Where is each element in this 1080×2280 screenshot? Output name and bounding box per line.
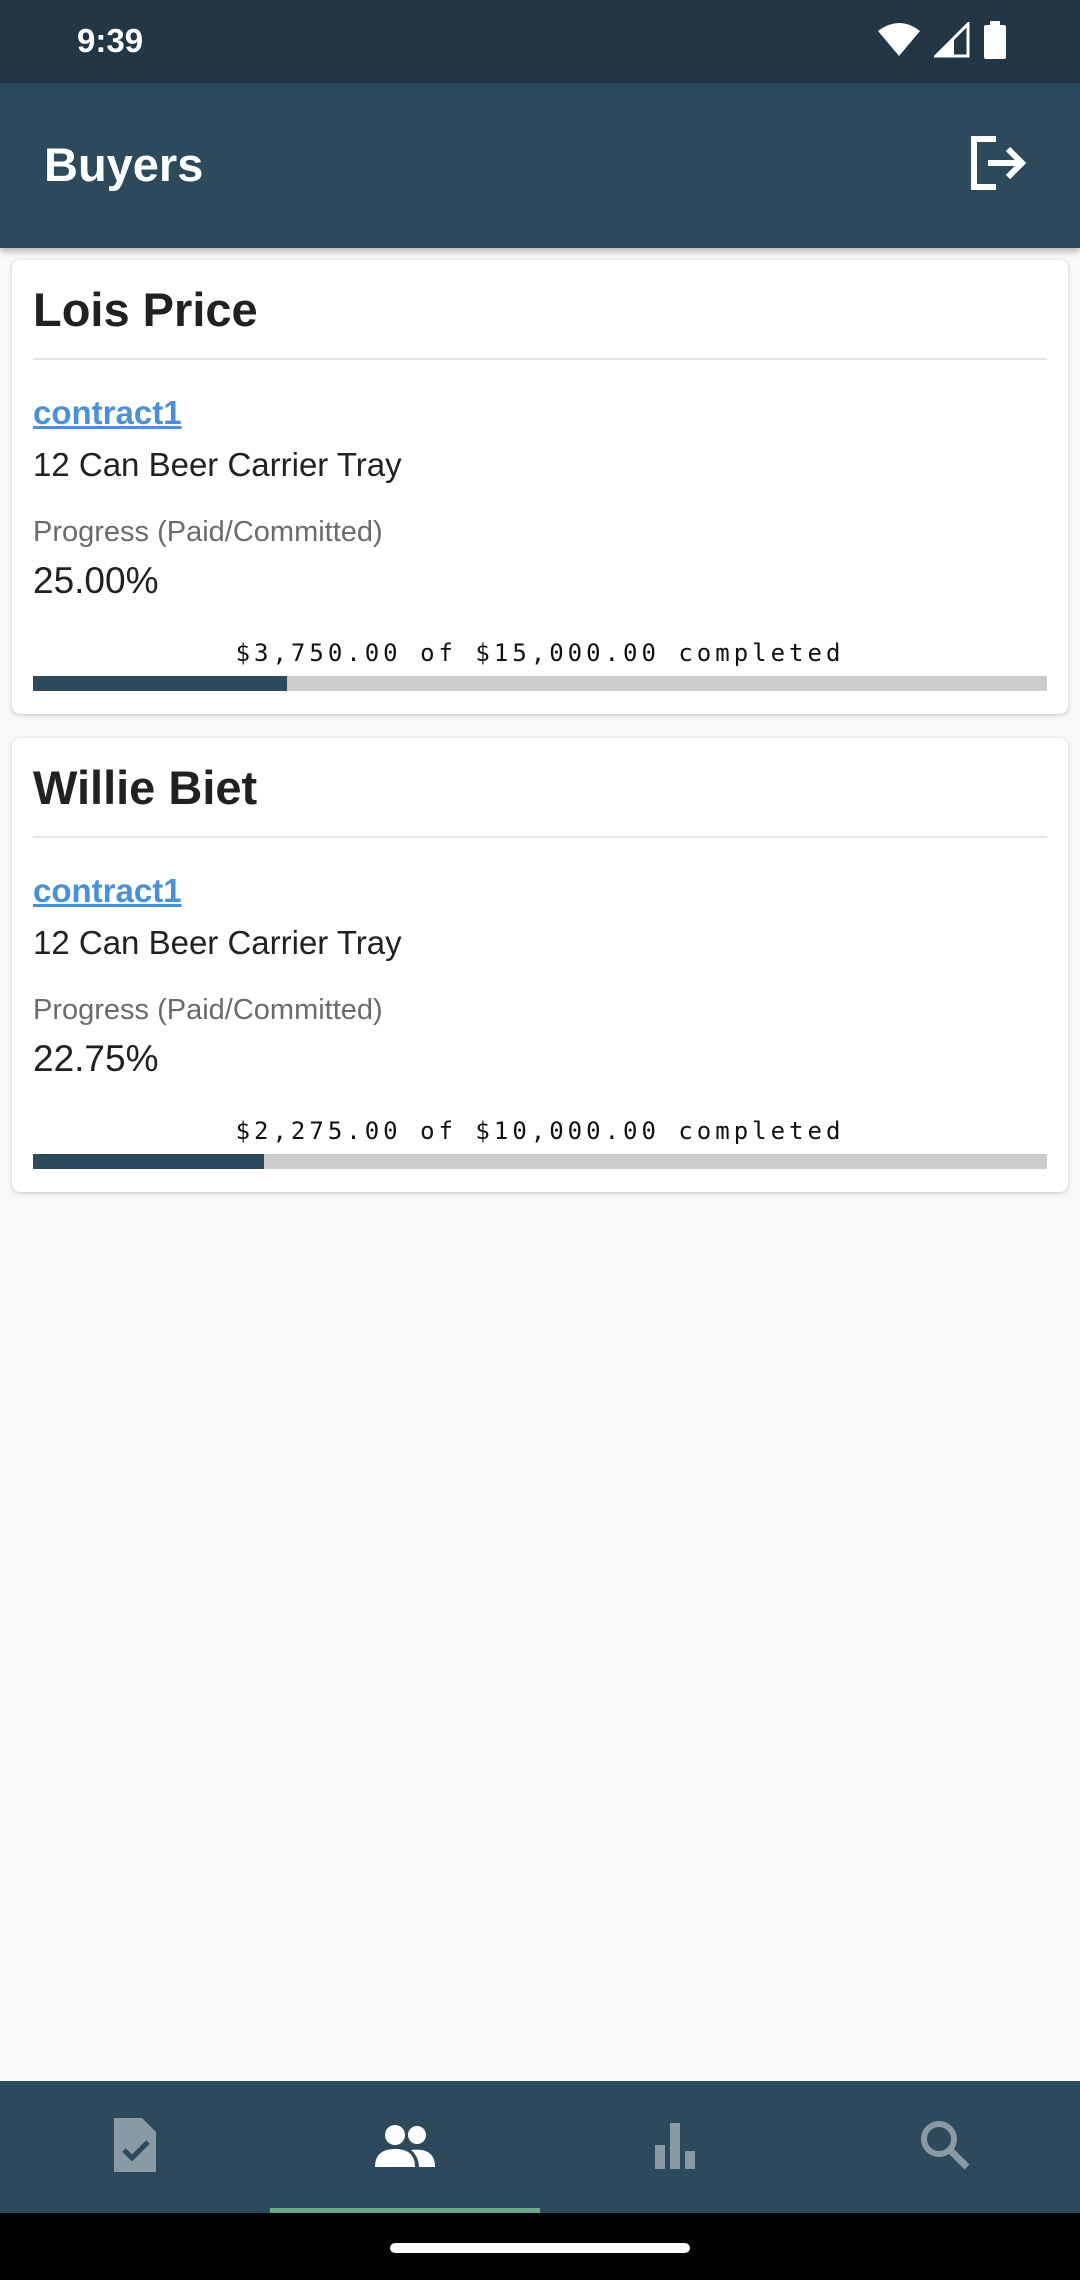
progress-label: Progress (Paid/Committed)	[33, 516, 383, 548]
buyer-name: Willie Biet	[33, 761, 258, 814]
system-gesture-bar	[0, 2213, 1080, 2280]
product-name: 12 Can Beer Carrier Tray	[33, 446, 402, 483]
progress-value: 25.00%	[33, 560, 159, 601]
battery-icon	[984, 20, 1006, 64]
buyer-name: Lois Price	[33, 283, 258, 336]
nav-item-search[interactable]	[810, 2081, 1080, 2213]
progress-label: Progress (Paid/Committed)	[33, 994, 383, 1026]
nav-item-contracts[interactable]	[0, 2081, 270, 2213]
progress-bar	[33, 1154, 1047, 1169]
contract-link[interactable]: contract1	[33, 392, 182, 434]
app-bar: Buyers	[0, 83, 1080, 248]
buyer-card: Lois Price contract1 12 Can Beer Carrier…	[12, 260, 1068, 714]
search-icon	[919, 2119, 971, 2176]
progress-value: 22.75%	[33, 1038, 159, 1079]
divider	[33, 358, 1047, 360]
page-title: Buyers	[44, 138, 204, 191]
status-bar: 9:39	[0, 0, 1080, 83]
bottom-navigation	[0, 2081, 1080, 2213]
progress-caption: $3,750.00 of $15,000.00 completed	[235, 639, 845, 667]
cellular-signal-icon	[932, 19, 970, 63]
home-gesture-handle[interactable]	[390, 2243, 690, 2253]
logout-button[interactable]	[960, 127, 1036, 203]
nav-item-reports[interactable]	[540, 2081, 810, 2213]
people-icon	[373, 2123, 437, 2172]
divider	[33, 836, 1047, 838]
bar-chart-icon	[651, 2121, 699, 2174]
progress-bar	[33, 676, 1047, 691]
contract-check-icon	[110, 2116, 160, 2179]
nav-item-buyers[interactable]	[270, 2081, 540, 2213]
progress-bar-fill	[33, 1154, 264, 1169]
status-time: 9:39	[77, 22, 144, 59]
product-name: 12 Can Beer Carrier Tray	[33, 924, 402, 961]
progress-caption: $2,275.00 of $10,000.00 completed	[235, 1117, 845, 1145]
status-icons	[878, 19, 1006, 64]
contract-link[interactable]: contract1	[33, 870, 182, 912]
logout-icon	[968, 135, 1028, 196]
progress-bar-fill	[33, 676, 287, 691]
buyer-card: Willie Biet contract1 12 Can Beer Carrie…	[12, 738, 1068, 1192]
wifi-icon	[878, 22, 920, 62]
